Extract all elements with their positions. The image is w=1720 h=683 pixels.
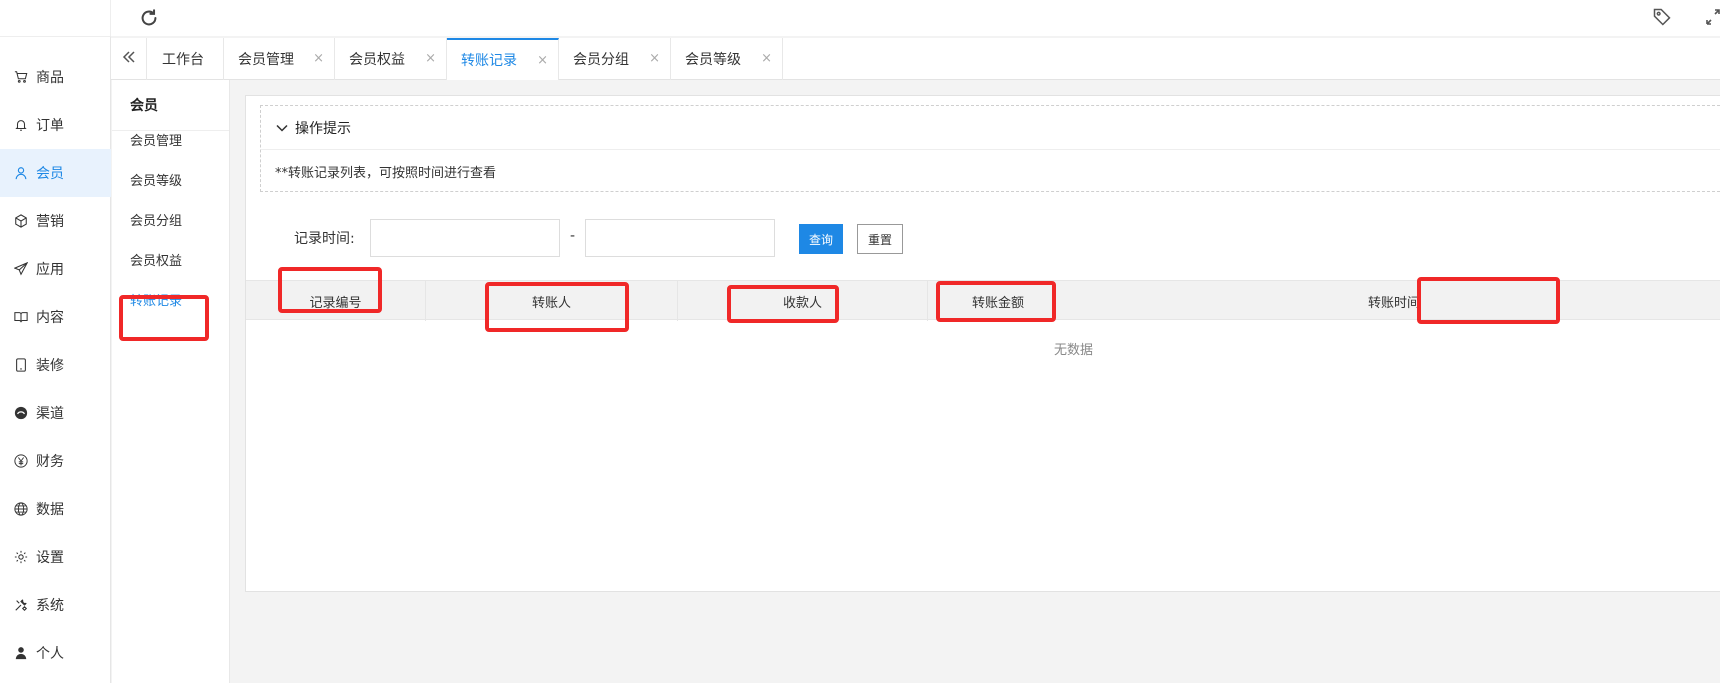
start-date-input[interactable]: [370, 219, 560, 257]
end-date-input[interactable]: [585, 219, 775, 257]
tips-body: **转账记录列表，可按照时间进行查看: [275, 165, 497, 181]
sidebar-item-marketing[interactable]: 营销: [0, 197, 111, 245]
book-icon: [14, 310, 28, 324]
sidebar-item-apps[interactable]: 应用: [0, 245, 111, 293]
person-icon: [14, 646, 28, 660]
tablet-icon: [14, 358, 28, 372]
table-header: 记录编号 转账人 收款人 转账金额 转账时间: [246, 280, 1720, 321]
sidebar-item-personal[interactable]: 个人: [0, 629, 111, 677]
sidebar-item-settings[interactable]: 设置: [0, 533, 111, 581]
main-sidebar: 商品 订单 会员 营销 应用 内容 装修 渠道 财务 数据 设置 系统 个人: [0, 36, 111, 683]
close-icon[interactable]: ×: [313, 51, 324, 66]
column-transfer-amount: 转账金额: [971, 295, 1024, 311]
fullscreen-icon[interactable]: [1705, 8, 1720, 26]
cart-icon: [14, 70, 28, 84]
logo-area: [0, 0, 111, 36]
submenu-item-member-management[interactable]: 会员管理: [130, 130, 182, 149]
submenu-item-transfer-records[interactable]: 转账记录: [130, 290, 182, 309]
submenu-item-member-levels[interactable]: 会员等级: [130, 170, 182, 189]
tips-toggle[interactable]: 操作提示: [261, 106, 1720, 150]
sidebar-item-data[interactable]: 数据: [0, 485, 111, 533]
close-icon[interactable]: ×: [649, 51, 660, 66]
column-transferor: 转账人: [426, 281, 678, 321]
chat-icon: [14, 406, 28, 420]
collapse-sidebar-button[interactable]: [111, 38, 147, 80]
close-icon[interactable]: ×: [537, 53, 548, 68]
operation-tips: 操作提示 **转账记录列表，可按照时间进行查看: [260, 105, 1720, 192]
sidebar-item-goods[interactable]: 商品: [0, 53, 111, 101]
sidebar-item-channels[interactable]: 渠道: [0, 389, 111, 437]
query-button[interactable]: 查询: [799, 224, 843, 254]
chevron-down-icon: [276, 124, 288, 132]
empty-state-text: 无数据: [1054, 343, 1094, 358]
sidebar-item-members[interactable]: 会员: [0, 149, 111, 197]
close-icon[interactable]: ×: [761, 51, 772, 66]
tips-title: 操作提示: [295, 120, 351, 137]
double-chevron-left-icon: [121, 49, 137, 69]
refresh-icon[interactable]: [138, 7, 160, 29]
cube-icon: [14, 214, 28, 228]
tab-member-management[interactable]: 会员管理 ×: [224, 38, 335, 80]
tools-icon: [14, 598, 28, 612]
sidebar-item-system[interactable]: 系统: [0, 581, 111, 629]
user-icon: [14, 166, 28, 180]
tag-icon[interactable]: [1652, 7, 1672, 27]
column-record-id: 记录编号: [246, 281, 426, 321]
reset-button[interactable]: 重置: [857, 224, 903, 254]
sidebar-item-orders[interactable]: 订单: [0, 101, 111, 149]
submenu-item-member-groups[interactable]: 会员分组: [130, 210, 182, 229]
date-separator: -: [570, 228, 576, 244]
paper-plane-icon: [14, 262, 28, 276]
globe-icon: [14, 502, 28, 516]
tab-bar: 工作台 会员管理 × 会员权益 × 转账记录 × 会员分组 × 会员等级 ×: [111, 38, 1720, 80]
column-payee: 收款人: [678, 281, 928, 321]
sidebar-item-decoration[interactable]: 装修: [0, 341, 111, 389]
member-submenu: 会员 会员管理 会员等级 会员分组 会员权益 转账记录: [112, 80, 230, 683]
bell-icon: [14, 118, 28, 132]
submenu-item-member-rights[interactable]: 会员权益: [130, 250, 182, 269]
record-time-label: 记录时间:: [294, 231, 355, 247]
submenu-title: 会员: [112, 80, 229, 131]
tab-transfer-records[interactable]: 转账记录 ×: [447, 38, 559, 80]
sidebar-item-content[interactable]: 内容: [0, 293, 111, 341]
gear-icon: [14, 550, 28, 564]
tab-member-rights[interactable]: 会员权益 ×: [335, 38, 447, 80]
yen-icon: [14, 454, 28, 468]
close-icon[interactable]: ×: [425, 51, 436, 66]
tab-member-groups[interactable]: 会员分组 ×: [559, 38, 671, 80]
tab-workbench[interactable]: 工作台: [148, 38, 224, 80]
column-transfer-time: 转账时间: [1367, 295, 1420, 311]
top-bar: [0, 0, 1720, 36]
sidebar-item-finance[interactable]: 财务: [0, 437, 111, 485]
tab-member-levels[interactable]: 会员等级 ×: [671, 38, 783, 80]
